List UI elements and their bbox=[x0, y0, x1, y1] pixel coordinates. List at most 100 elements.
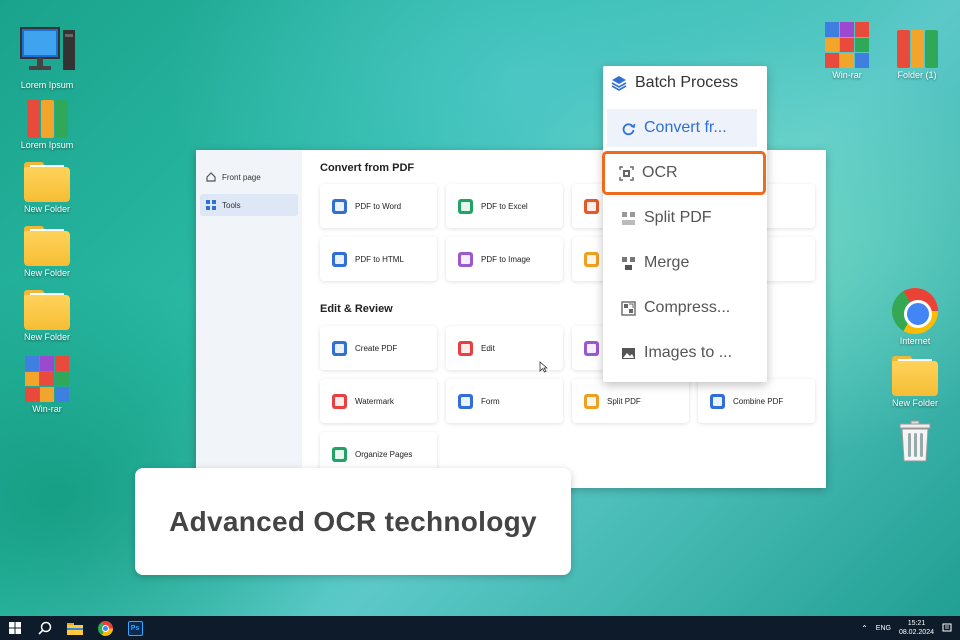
tool-icon bbox=[332, 446, 347, 462]
merge-icon bbox=[621, 256, 636, 271]
batch-process-title: Batch Process bbox=[611, 74, 738, 92]
tool-label: PDF to Word bbox=[355, 201, 402, 211]
desktop-icon-folder[interactable]: New Folder bbox=[12, 162, 82, 214]
desktop-icon-trash[interactable] bbox=[880, 420, 950, 462]
desktop-icon-folder[interactable]: New Folder bbox=[880, 356, 950, 408]
sidebar-item-tools[interactable]: Tools bbox=[200, 194, 298, 216]
tool-icon bbox=[584, 198, 599, 214]
binders-icon bbox=[894, 26, 940, 68]
tool-label: PDF to Excel bbox=[481, 201, 528, 211]
compress-icon bbox=[621, 300, 636, 316]
tool-card[interactable]: PDF to Image bbox=[446, 237, 563, 281]
desktop-icon-winrar[interactable]: Win-rar bbox=[812, 22, 882, 80]
tool-icon bbox=[710, 393, 725, 409]
section-title-edit: Edit & Review bbox=[320, 303, 393, 315]
tool-label: PDF to HTML bbox=[355, 254, 404, 264]
desktop-icon-label: Folder (1) bbox=[897, 70, 937, 80]
tool-card[interactable]: Watermark bbox=[320, 379, 437, 423]
desktop-icon-label: Win-rar bbox=[32, 404, 62, 414]
batch-process-label: Batch Process bbox=[635, 74, 739, 91]
batch-item-label: Convert fr... bbox=[644, 119, 727, 136]
desktop-icon-internet[interactable]: Internet bbox=[880, 288, 950, 346]
tool-card[interactable]: PDF to Word bbox=[320, 184, 437, 228]
tool-card[interactable]: PDF to HTML bbox=[320, 237, 437, 281]
tool-label: Watermark bbox=[355, 396, 394, 406]
search-icon[interactable] bbox=[30, 616, 60, 640]
tool-icon bbox=[584, 251, 599, 267]
desktop-icon-folder[interactable]: New Folder bbox=[12, 226, 82, 278]
section-title-convert: Convert from PDF bbox=[320, 162, 415, 174]
desktop-icon-label: Win-rar bbox=[832, 70, 862, 80]
desktop-icon-label: New Folder bbox=[23, 204, 70, 214]
clock-time: 15:21 bbox=[907, 620, 926, 627]
refresh-icon bbox=[621, 121, 636, 136]
tool-icon bbox=[584, 340, 599, 356]
caption-text: Advanced OCR technology bbox=[169, 505, 537, 537]
desktop-icon-binders[interactable]: Lorem Ipsum bbox=[12, 96, 82, 150]
mouse-cursor-icon bbox=[539, 361, 548, 373]
desktop-icon-winrar[interactable]: Win-rar bbox=[12, 356, 82, 414]
sidebar: Front page Tools bbox=[196, 150, 302, 488]
folder-icon bbox=[24, 162, 70, 202]
home-icon bbox=[206, 172, 216, 182]
language-indicator[interactable]: ENG bbox=[876, 625, 891, 632]
tool-card[interactable]: Split PDF bbox=[572, 379, 689, 423]
photoshop-icon[interactable]: Ps bbox=[120, 616, 150, 640]
chevron-up-icon[interactable]: ⌃ bbox=[861, 624, 868, 633]
tool-card[interactable]: Combine PDF bbox=[698, 379, 815, 423]
tool-icon bbox=[458, 393, 473, 409]
notification-icon[interactable] bbox=[942, 623, 952, 633]
tool-label: Split PDF bbox=[607, 396, 641, 406]
batch-item-label: OCR bbox=[642, 164, 678, 181]
tool-icon bbox=[458, 340, 473, 356]
system-tray: ⌃ ENG 15:21 08.02.2024 bbox=[861, 616, 960, 640]
grid-icon bbox=[206, 200, 216, 210]
batch-item-label: Images to ... bbox=[644, 344, 733, 361]
desktop-icon-computer[interactable]: Lorem Ipsum bbox=[12, 26, 82, 90]
computer-icon bbox=[17, 26, 77, 78]
batch-item-compress[interactable]: Compress... bbox=[607, 289, 757, 327]
tool-card[interactable]: Create PDF bbox=[320, 326, 437, 370]
batch-item-label: Compress... bbox=[644, 299, 731, 316]
desktop-icon-label: New Folder bbox=[23, 268, 70, 278]
desktop-icon-folder[interactable]: New Folder bbox=[12, 290, 82, 342]
desktop-icon-label: Internet bbox=[899, 336, 931, 346]
image-icon bbox=[621, 346, 636, 361]
batch-item-label: Split PDF bbox=[644, 209, 712, 226]
batch-item-label: Merge bbox=[644, 254, 690, 271]
clock-date: 08.02.2024 bbox=[898, 629, 934, 636]
sidebar-item-label: Front page bbox=[222, 172, 261, 182]
tool-card[interactable]: PDF to Excel bbox=[446, 184, 563, 228]
desktop-icon-label: Lorem Ipsum bbox=[20, 140, 74, 150]
folder-icon bbox=[24, 226, 70, 266]
batch-item-split[interactable]: Split PDF bbox=[607, 199, 757, 237]
chrome-icon[interactable] bbox=[90, 616, 120, 640]
tool-icon bbox=[332, 340, 347, 356]
tool-label: Combine PDF bbox=[733, 396, 784, 406]
tool-icon bbox=[332, 251, 347, 267]
tool-card[interactable]: Form bbox=[446, 379, 563, 423]
taskbar: Ps ⌃ ENG 15:21 08.02.2024 bbox=[0, 616, 960, 640]
tool-icon bbox=[458, 198, 473, 214]
tool-label: Create PDF bbox=[355, 343, 398, 353]
clock[interactable]: 15:21 08.02.2024 bbox=[899, 619, 934, 637]
ocr-icon bbox=[619, 165, 634, 181]
file-explorer-icon[interactable] bbox=[60, 616, 90, 640]
batch-item-ocr[interactable]: OCR bbox=[602, 151, 766, 195]
batch-item-image[interactable]: Images to ... bbox=[607, 334, 757, 372]
batch-item-merge[interactable]: Merge bbox=[607, 244, 757, 282]
batch-item-refresh[interactable]: Convert fr... bbox=[607, 109, 757, 147]
folder-icon bbox=[892, 356, 938, 396]
batch-process-panel: Batch Process Convert fr... OCR Split PDF M… bbox=[602, 66, 767, 382]
layers-icon bbox=[611, 76, 627, 91]
desktop-icon-label: New Folder bbox=[23, 332, 70, 342]
tool-label: Edit bbox=[481, 343, 495, 353]
tool-icon bbox=[332, 198, 347, 214]
desktop-icon-label: Lorem Ipsum bbox=[20, 80, 74, 90]
tool-icon bbox=[458, 251, 473, 267]
sidebar-item-front-page[interactable]: Front page bbox=[200, 166, 298, 188]
tool-label: PDF to Image bbox=[481, 254, 531, 264]
desktop-icon-binders[interactable]: Folder (1) bbox=[882, 26, 952, 80]
split-icon bbox=[621, 211, 636, 226]
windows-start-icon[interactable] bbox=[0, 616, 30, 640]
